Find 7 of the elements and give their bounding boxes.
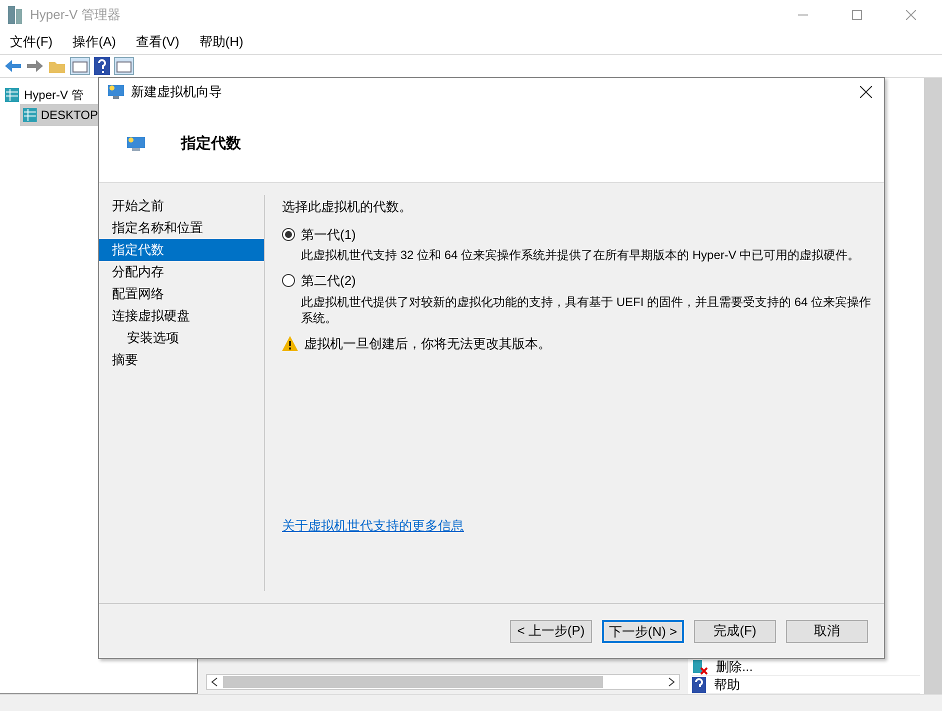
warning-text: 虚拟机一旦创建后，你将无法更改其版本。: [304, 334, 551, 352]
option-description: 此虚拟机世代支持 32 位和 64 位来宾操作系统并提供了在所有早期版本的 Hyper-V 中已可用的虚拟硬件。: [300, 247, 861, 263]
prompt-text: 选择此虚拟机的代数。: [282, 198, 413, 216]
window-title: Hyper-V 管理器: [30, 6, 120, 24]
dialog-title: 新建虚拟机向导: [131, 83, 222, 102]
option-description: 此虚拟机世代提供了对较新的虚拟化功能的支持，具有基于 UEFI 的固件，并且需要受支持的 64 位来宾操作系统。: [300, 294, 872, 326]
page-heading: 指定代数: [181, 134, 241, 154]
